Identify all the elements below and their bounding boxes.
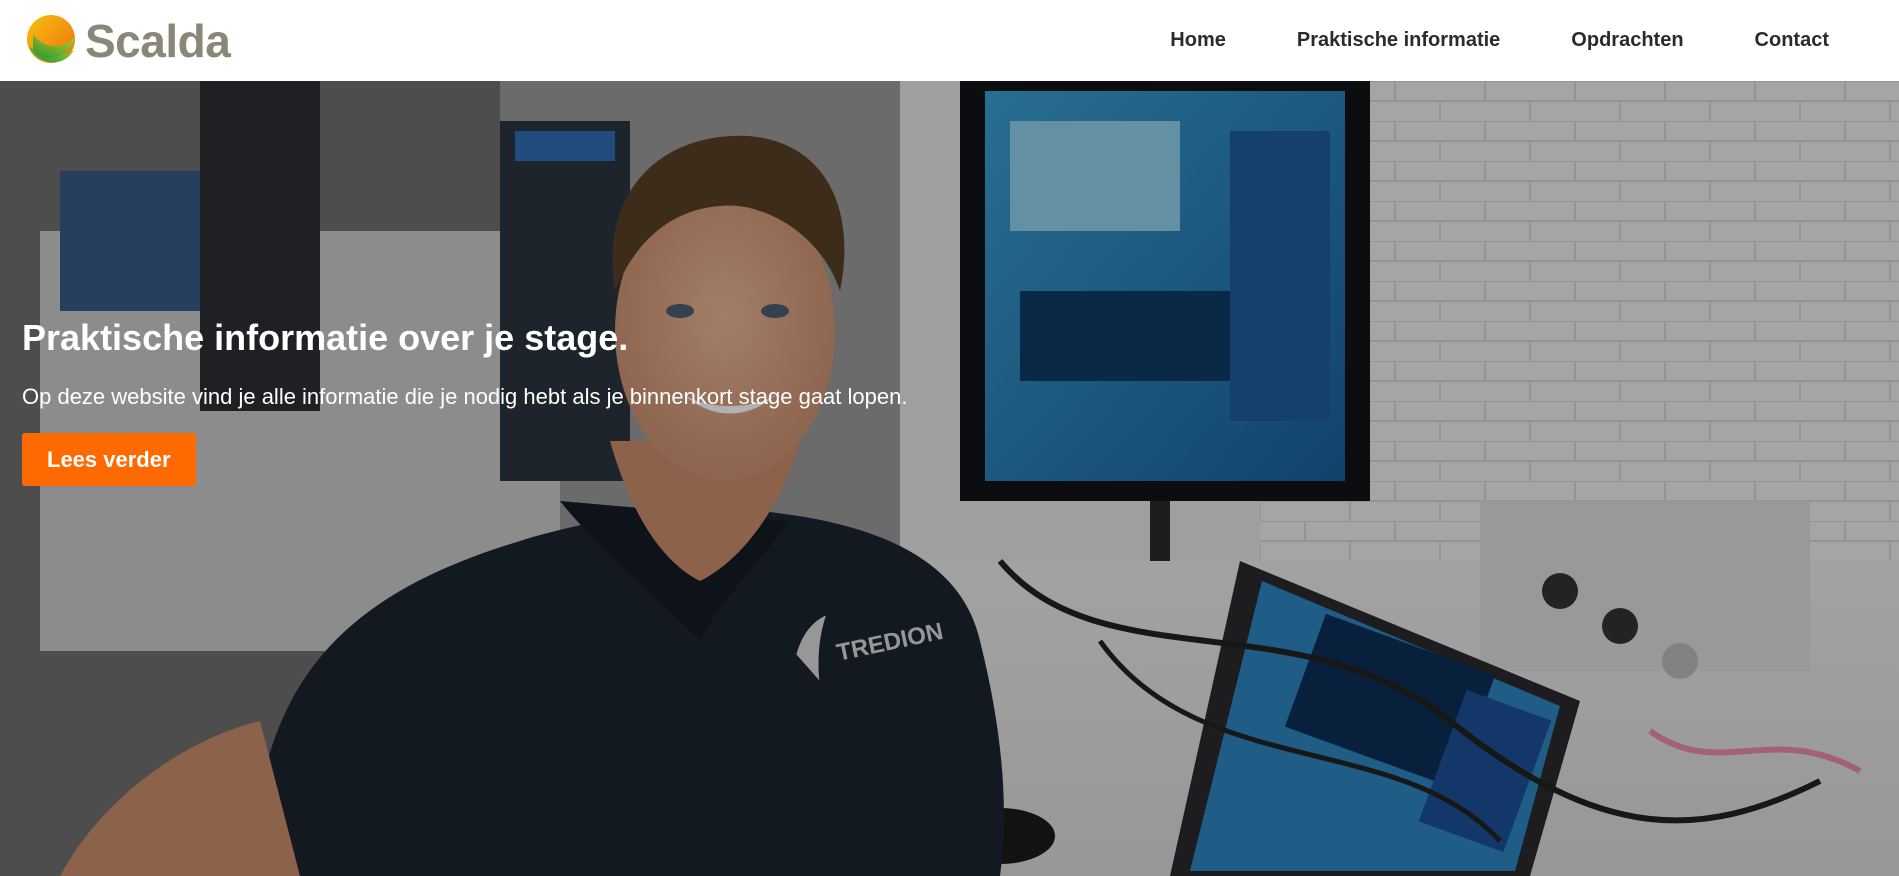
nav-item-contact[interactable]: Contact [1755, 29, 1829, 52]
nav-item-opdrachten[interactable]: Opdrachten [1571, 29, 1683, 52]
nav-item-praktische-informatie[interactable]: Praktische informatie [1297, 29, 1500, 52]
logo-mark-icon [27, 15, 75, 63]
hero-section: TREDION Praktische informatie over je st… [0, 81, 1899, 876]
hero-title: Praktische informatie over je stage. [22, 317, 629, 358]
lees-verder-button[interactable]: Lees verder [22, 433, 196, 486]
site-header: Scalda Home Praktische informatie Opdrac… [0, 0, 1899, 81]
hero-text: Op deze website vind je alle informatie … [22, 384, 908, 409]
hero-content: Praktische informatie over je stage. Op … [22, 317, 1122, 486]
main-nav: Home Praktische informatie Opdrachten Co… [1170, 0, 1829, 81]
nav-item-home[interactable]: Home [1170, 29, 1226, 52]
logo[interactable]: Scalda [25, 12, 231, 70]
logo-text: Scalda [85, 15, 231, 67]
